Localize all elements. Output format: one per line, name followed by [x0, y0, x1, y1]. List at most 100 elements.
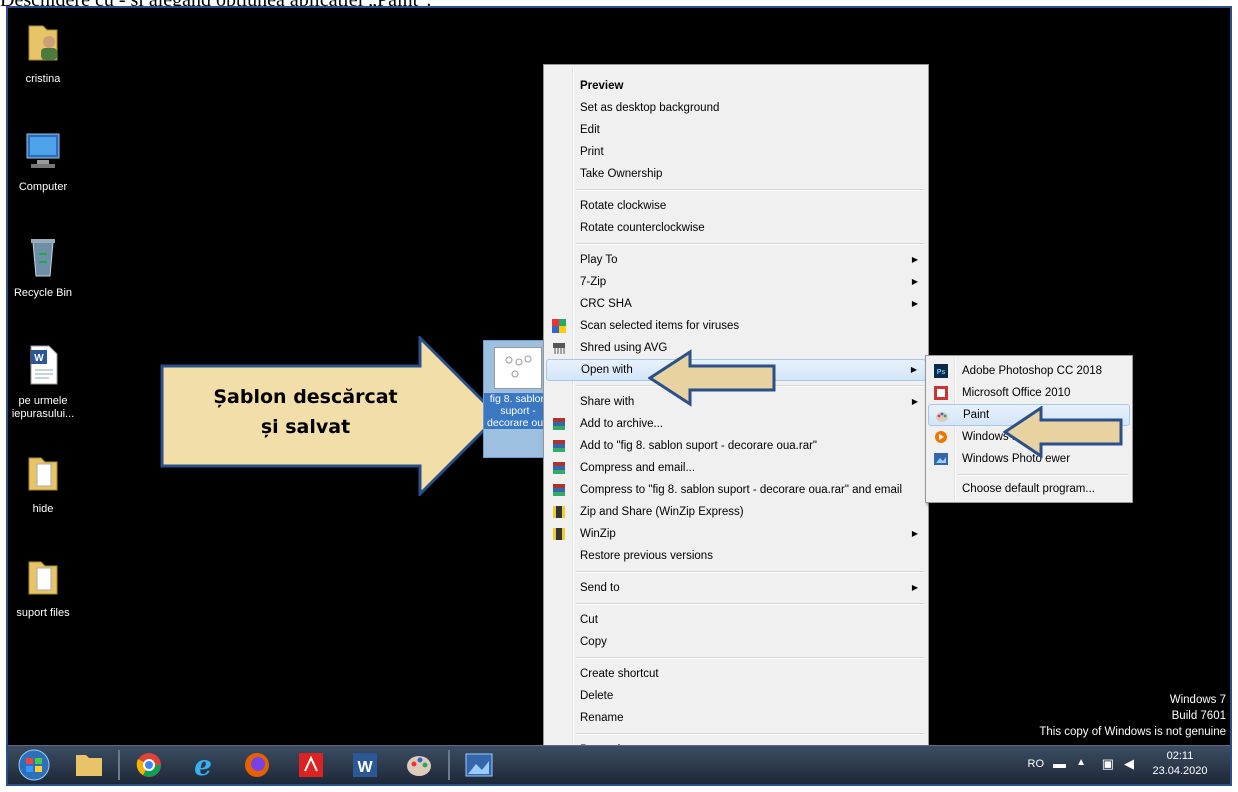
menu-item-compress-email[interactable]: Compress and email... [546, 457, 926, 479]
taskbar-firefox[interactable] [232, 749, 282, 781]
winrar-icon [553, 484, 565, 496]
paint-icon [407, 756, 431, 776]
language-indicator[interactable]: RO [1028, 758, 1045, 770]
menu-item-rotate-cw[interactable]: Rotate clockwise [546, 195, 926, 217]
menu-item-rotate-ccw[interactable]: Rotate counterclockwise [546, 217, 926, 239]
menu-item-send-to[interactable]: Send to ▶ [546, 577, 926, 599]
menu-item-add-archive[interactable]: Add to archive... [546, 413, 926, 435]
menu-item-label: Send to [580, 582, 620, 594]
menu-item-zip-share[interactable]: Zip and Share (WinZip Express) [546, 501, 926, 523]
annotation-text: Șablon descărcat și salvat [188, 382, 423, 442]
submenu-item-photoshop[interactable]: Ps Adobe Photoshop CC 2018 [928, 360, 1130, 382]
taskbar-paint[interactable] [394, 749, 444, 781]
menu-item-label: CRC SHA [580, 298, 632, 310]
menu-item-set-desktop-bg[interactable]: Set as desktop background [546, 97, 926, 119]
desktop-icon-computer[interactable]: Computer [8, 128, 78, 194]
computer-icon [26, 133, 60, 168]
windows-watermark: Windows 7 Build 7601 This copy of Window… [1039, 692, 1226, 740]
taskbar-explorer[interactable] [64, 749, 114, 781]
volume-icon[interactable]: ◀ [1124, 756, 1134, 772]
submenu-item-office[interactable]: Microsoft Office 2010 [928, 382, 1130, 404]
recycle-bin-icon [31, 239, 55, 277]
winzip-icon [553, 528, 565, 540]
annotation-line-1: Șablon descărcat [213, 386, 398, 408]
menu-item-label: Share with [580, 396, 635, 408]
menu-item-scan-viruses[interactable]: Scan selected items for viruses [546, 315, 926, 337]
clock[interactable]: 02:11 23.04.2020 [1144, 749, 1216, 779]
menu-item-compress-to-rar-email[interactable]: Compress to "fig 8. sablon suport - deco… [546, 479, 926, 501]
svg-text:W: W [34, 353, 44, 364]
menu-item-crc-sha[interactable]: CRC SHA ▶ [546, 293, 926, 315]
menu-item-play-to[interactable]: Play To ▶ [546, 249, 926, 271]
menu-item-restore-versions[interactable]: Restore previous versions [546, 545, 926, 567]
photo-viewer-icon [934, 453, 948, 465]
word-icon: W [353, 753, 377, 777]
internet-explorer-icon: e [194, 749, 212, 782]
menu-item-take-ownership[interactable]: Take Ownership [546, 163, 926, 185]
menu-item-label: Compress to "fig 8. sablon suport - deco… [580, 484, 903, 496]
taskbar-chrome[interactable] [124, 749, 174, 781]
folder-icon [28, 457, 58, 491]
network-icon[interactable]: ▣ [1102, 756, 1114, 772]
submenu-item-label: Microsoft Office 2010 [962, 387, 1071, 399]
desktop-icon-hide[interactable]: hide [8, 450, 78, 516]
chrome-icon [136, 753, 161, 777]
menu-item-cut[interactable]: Cut [546, 609, 926, 631]
start-button[interactable] [12, 749, 62, 781]
menu-item-label: WinZip [580, 528, 616, 540]
submenu-item-label: Adobe Photoshop CC 2018 [962, 365, 1103, 377]
taskbar-ie[interactable]: e [178, 749, 228, 782]
winzip-icon [553, 506, 565, 518]
submenu-arrow-icon: ▶ [910, 365, 917, 374]
clock-time: 02:11 [1166, 750, 1194, 762]
menu-item-create-shortcut[interactable]: Create shortcut [546, 663, 926, 685]
office-picture-icon [934, 386, 948, 400]
tray-expand-icon[interactable]: ▲ [1076, 757, 1086, 768]
svg-text:e: e [194, 749, 212, 781]
context-menu[interactable]: Preview Set as desktop background Edit P… [543, 64, 929, 762]
menu-item-7zip[interactable]: 7-Zip ▶ [546, 271, 926, 293]
watermark-line-1: Windows 7 [1169, 694, 1226, 706]
desktop-screen[interactable]: cristina Computer Recycle Bin W pe urmel… [6, 6, 1232, 786]
menu-item-delete[interactable]: Delete [546, 685, 926, 707]
menu-item-add-to-rar[interactable]: Add to "fig 8. sablon suport - decorare … [546, 435, 926, 457]
start-orb-icon [18, 749, 50, 781]
desktop-icon-suport-files[interactable]: suport files [8, 554, 78, 620]
paint-icon [936, 412, 948, 422]
taskbar[interactable]: e W RO ▬ ▲ ▣ ◀ 02:11 23.04.2020 [8, 745, 1230, 784]
menu-item-copy[interactable]: Copy [546, 631, 926, 653]
file-explorer-icon [76, 755, 102, 776]
selected-file-label: fig 8. sablon suport - decorare oua [484, 393, 552, 429]
submenu-arrow-icon: ▶ [911, 529, 918, 538]
image-file-icon [494, 347, 542, 389]
desktop-icon-recycle-bin[interactable]: Recycle Bin [8, 234, 78, 300]
menu-item-label: Scan selected items for viruses [580, 320, 740, 332]
desktop-icon-label: Computer [18, 181, 68, 193]
menu-item-edit[interactable]: Edit [546, 119, 926, 141]
shredder-icon [553, 343, 565, 354]
submenu-item-choose-default[interactable]: Choose default program... [928, 478, 1130, 500]
action-center-icon[interactable]: ▬ [1053, 756, 1066, 771]
taskbar-acrobat[interactable] [286, 749, 336, 781]
winrar-icon [553, 418, 565, 430]
desktop-icon-word-doc[interactable]: W pe urmele iepurasului... [8, 342, 78, 421]
firefox-icon [245, 753, 269, 777]
desktop-icon-cristina[interactable]: cristina [8, 20, 78, 86]
menu-item-winzip[interactable]: WinZip ▶ [546, 523, 926, 545]
photoshop-icon: Ps [934, 364, 948, 378]
menu-item-print[interactable]: Print [546, 141, 926, 163]
taskbar-photo-viewer[interactable] [454, 749, 504, 781]
menu-item-preview[interactable]: Preview [546, 75, 926, 97]
svg-text:Ps: Ps [937, 369, 946, 376]
open-with-arrow [648, 349, 776, 407]
menu-item-rename[interactable]: Rename [546, 707, 926, 729]
word-document-icon: W [30, 345, 58, 385]
photo-viewer-icon [465, 753, 493, 777]
taskbar-word[interactable]: W [340, 749, 390, 781]
submenu-arrow-icon: ▶ [911, 397, 918, 406]
submenu-arrow-icon: ▶ [911, 255, 918, 264]
submenu-arrow-icon: ▶ [911, 299, 918, 308]
desktop-icon-label: Recycle Bin [13, 287, 73, 299]
menu-item-label: Play To [580, 254, 618, 266]
avg-scan-icon [552, 319, 566, 333]
